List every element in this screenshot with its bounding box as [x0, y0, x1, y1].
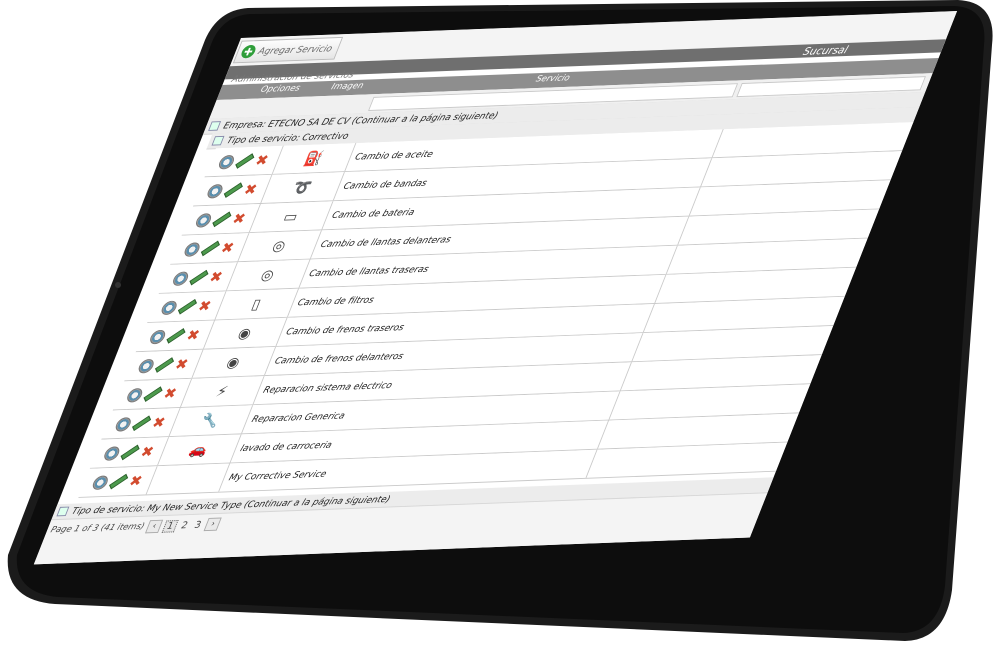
edit-icon[interactable] — [201, 240, 221, 257]
service-name: Cambio de frenos delanteros — [273, 350, 406, 367]
service-name: Cambio de filtros — [296, 294, 376, 308]
column-header-sucursal[interactable]: Sucursal — [801, 44, 850, 58]
edit-icon[interactable] — [235, 153, 255, 169]
service-image-icon: ◉ — [235, 324, 255, 342]
view-icon[interactable] — [182, 241, 203, 257]
pager-page-1[interactable]: 1 — [162, 519, 179, 533]
column-header-opciones[interactable]: Opciones — [259, 84, 301, 95]
delete-icon[interactable]: ✖ — [230, 210, 248, 227]
delete-icon[interactable]: ✖ — [219, 239, 237, 256]
service-name: Reparacion Generica — [250, 410, 347, 425]
service-name: My Corrective Service — [227, 468, 329, 483]
view-icon[interactable] — [90, 474, 111, 490]
column-header-servicio[interactable]: Servicio — [534, 74, 571, 85]
pager: Page 1 of 3 (41 items) ‹ 1 2 3 › — [48, 517, 222, 537]
service-image-icon: ▭ — [280, 208, 301, 226]
pager-summary: Page 1 of 3 (41 items) — [48, 522, 146, 536]
view-icon[interactable] — [136, 358, 157, 373]
image-cell: ⚡ — [180, 376, 265, 408]
service-image-icon: ◉ — [223, 353, 243, 372]
edit-icon[interactable] — [166, 328, 186, 344]
view-icon[interactable] — [194, 212, 214, 228]
service-image-icon: 🚗 — [186, 441, 211, 459]
view-icon[interactable] — [113, 416, 134, 432]
edit-icon[interactable] — [224, 182, 244, 198]
view-icon[interactable] — [159, 300, 180, 315]
view-icon[interactable] — [171, 270, 191, 286]
service-image-icon: ⛽ — [301, 149, 326, 168]
edit-icon[interactable] — [155, 357, 175, 373]
delete-icon[interactable]: ✖ — [207, 268, 225, 285]
edit-icon[interactable] — [120, 444, 140, 461]
service-image-icon: ⚡ — [213, 382, 231, 401]
service-name: Cambio de llantas delanteras — [319, 234, 453, 250]
pager-page-3[interactable]: 3 — [191, 520, 205, 531]
plus-icon — [239, 44, 258, 59]
delete-icon[interactable]: ✖ — [173, 355, 191, 372]
collapse-toggle-icon[interactable] — [56, 506, 70, 517]
image-cell: ⛽ — [271, 142, 357, 174]
edit-icon[interactable] — [143, 386, 163, 402]
edit-icon[interactable] — [212, 211, 232, 228]
view-icon[interactable] — [148, 329, 168, 344]
add-service-button[interactable]: Agregar Servicio — [232, 36, 343, 64]
service-name: Cambio de aceite — [353, 148, 435, 163]
view-icon[interactable] — [205, 183, 226, 199]
image-cell: ▭ — [248, 201, 334, 233]
service-image-icon: ➰ — [290, 178, 315, 197]
edit-icon[interactable] — [132, 415, 152, 432]
service-name: Cambio de bandas — [341, 177, 429, 192]
image-cell: ▯ — [214, 288, 300, 320]
image-cell — [145, 463, 231, 495]
delete-icon[interactable]: ✖ — [242, 180, 260, 197]
pager-next-button[interactable]: › — [203, 517, 222, 532]
view-icon[interactable] — [217, 154, 237, 170]
pager-prev-button[interactable]: ‹ — [145, 519, 164, 534]
collapse-toggle-icon[interactable] — [211, 135, 225, 146]
image-cell: ◎ — [225, 259, 311, 291]
tablet-device: Agregar Servicio Sucursal Administración… — [0, 0, 997, 645]
service-name: Reparacion sistema electrico — [261, 379, 394, 396]
delete-icon[interactable]: ✖ — [138, 443, 156, 460]
delete-icon[interactable]: ✖ — [184, 326, 202, 343]
service-image-icon: ◎ — [269, 237, 289, 255]
service-name: Cambio de frenos traseros — [284, 322, 406, 337]
image-cell: 🔧 — [168, 405, 254, 437]
delete-icon[interactable]: ✖ — [196, 297, 214, 314]
edit-icon[interactable] — [109, 473, 129, 490]
add-service-label: Agregar Servicio — [256, 43, 335, 57]
image-cell: ◉ — [202, 317, 288, 349]
view-icon[interactable] — [125, 387, 145, 403]
pager-page-2[interactable]: 2 — [178, 520, 192, 531]
delete-icon[interactable]: ✖ — [150, 413, 168, 430]
edit-icon[interactable] — [189, 269, 209, 286]
camera-dot — [115, 282, 121, 288]
service-image-icon: ▯ — [249, 295, 264, 313]
delete-icon[interactable]: ✖ — [253, 151, 271, 168]
collapse-toggle-icon[interactable] — [208, 121, 222, 131]
edit-icon[interactable] — [178, 298, 198, 315]
image-cell: ◉ — [191, 346, 277, 378]
service-name: Cambio de llantas traseras — [307, 263, 431, 279]
view-icon[interactable] — [102, 445, 122, 461]
image-cell: ◎ — [237, 230, 322, 262]
delete-icon[interactable]: ✖ — [161, 384, 179, 401]
service-image-icon: 🔧 — [198, 411, 223, 430]
service-image-icon: ◎ — [258, 266, 278, 284]
service-name: Cambio de bateria — [330, 206, 417, 221]
column-header-imagen[interactable]: Imagen — [330, 81, 365, 92]
delete-icon[interactable]: ✖ — [127, 472, 145, 489]
service-name: lavado de carroceria — [238, 439, 334, 454]
image-cell: 🚗 — [157, 434, 242, 466]
image-cell: ➰ — [260, 172, 345, 204]
